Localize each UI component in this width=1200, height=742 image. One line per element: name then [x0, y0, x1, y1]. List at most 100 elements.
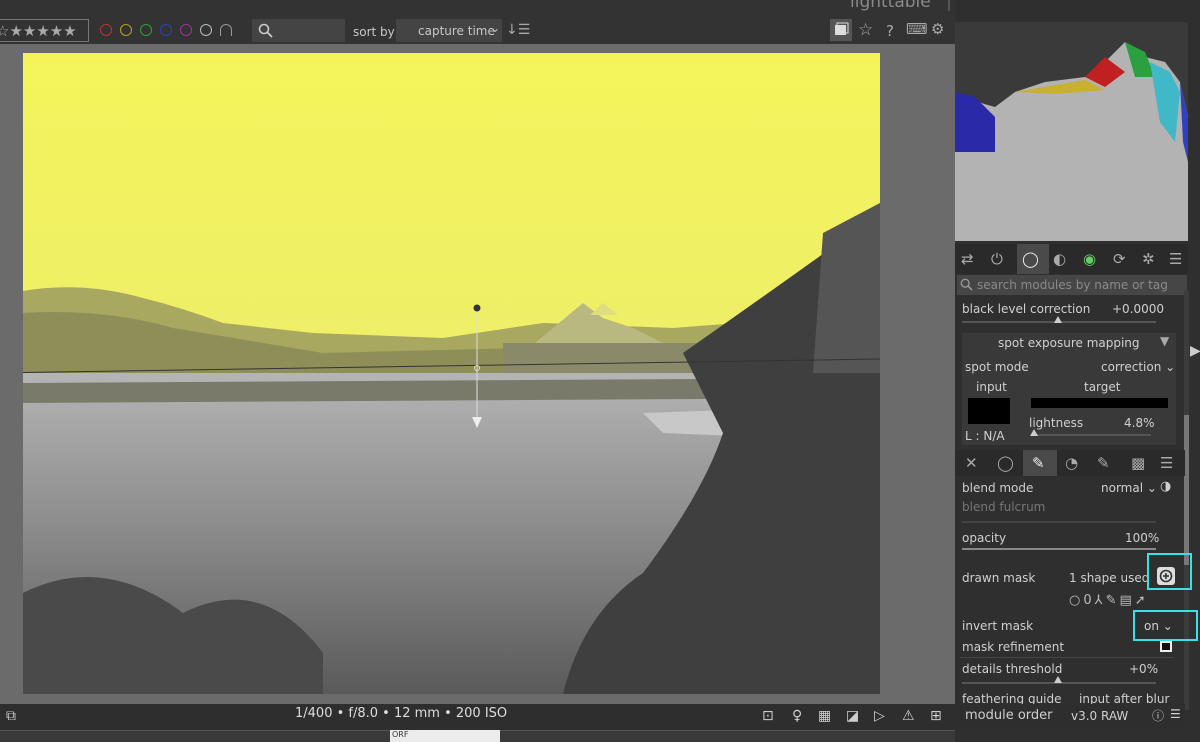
display-mask-icon[interactable] — [1160, 641, 1172, 652]
correct-modules-icon[interactable]: ⟳ — [1113, 250, 1126, 268]
parametric-mask-icon[interactable]: ◔ — [1065, 454, 1078, 472]
keyboard-icon[interactable]: ⌨ — [906, 20, 928, 38]
sort-value: capture time — [418, 24, 495, 38]
opacity-slider[interactable] — [962, 548, 1156, 550]
section-divider — [960, 657, 1174, 658]
circle-shape-icon[interactable]: ○ — [1069, 593, 1083, 608]
rating-stars[interactable]: ☆★★★★★ — [0, 22, 77, 40]
color-label-and-or-icon[interactable] — [220, 24, 232, 36]
color-modules-icon[interactable]: ◉ — [1083, 250, 1096, 268]
view-lighttable[interactable]: lighttable — [850, 0, 931, 12]
base-modules-icon[interactable]: ◯ — [1022, 250, 1039, 268]
mask-shape-tools: ○0⅄✎▤➚ — [1069, 593, 1149, 608]
color-label-blue[interactable] — [160, 24, 172, 36]
sort-order-dropdown[interactable]: capture time ⌄ — [396, 19, 502, 42]
image-exif-info: 1/400 • f/8.0 • 12 mm • 200 ISO — [295, 706, 508, 721]
help-icon[interactable]: ? — [886, 22, 894, 40]
view-separator: | — [946, 0, 952, 12]
module-search-input[interactable]: search modules by name or tag — [957, 275, 1187, 295]
module-scrollbar-thumb[interactable] — [1184, 415, 1189, 565]
lightness-slider-marker[interactable] — [1030, 429, 1038, 436]
color-assessment-icon[interactable]: ♀ — [792, 708, 802, 724]
gradient-shape-icon[interactable]: ▤ — [1119, 593, 1134, 608]
softproof-icon[interactable]: ▷ — [874, 708, 885, 724]
mask-refinement-label[interactable]: mask refinement — [962, 640, 1064, 654]
module-search-placeholder: search modules by name or tag — [977, 278, 1168, 292]
lab-readout: L : N/A — [965, 429, 1005, 443]
gear-icon[interactable]: ⚙ — [931, 20, 944, 38]
blend-mode-dropdown[interactable]: normal ⌄ — [1101, 481, 1157, 495]
close-icon[interactable]: ✕ — [965, 454, 978, 472]
blend-fulcrum-slider — [962, 521, 1156, 523]
input-label: input — [976, 380, 1007, 394]
sort-by-label: sort by — [353, 25, 395, 39]
raw-overexposed-icon[interactable]: ▦ — [818, 708, 831, 724]
image-canvas[interactable] — [23, 53, 880, 694]
color-label-gray[interactable] — [200, 24, 212, 36]
chevron-down-icon[interactable]: ▼ — [1160, 334, 1169, 348]
black-level-value[interactable]: +0.0000 — [1112, 302, 1164, 316]
invert-mask-value: on — [1144, 619, 1159, 633]
presets-menu-icon[interactable]: ☰ — [1170, 707, 1181, 721]
lightness-slider[interactable] — [1031, 434, 1151, 436]
color-label-green[interactable] — [140, 24, 152, 36]
drawn-mask-value: 1 shape used — [1069, 571, 1150, 585]
presets-menu-icon[interactable]: ☰ — [1169, 250, 1182, 268]
focus-peaking-icon[interactable]: ⊡ — [762, 708, 774, 724]
chevron-down-icon: ⌄ — [1165, 360, 1176, 374]
edit-shapes-icon[interactable]: ➚ — [1135, 593, 1149, 608]
target-label: target — [1084, 380, 1121, 394]
panel-collapse-icon[interactable]: ▶ — [1190, 343, 1200, 359]
brush-shape-icon[interactable]: ✎ — [1106, 593, 1120, 608]
search-icon — [258, 23, 273, 38]
blend-mode-label: blend mode — [962, 481, 1034, 495]
active-modules-icon[interactable]: ⏻ — [991, 250, 1003, 268]
spot-mode-value: correction — [1101, 360, 1162, 374]
spot-mode-dropdown[interactable]: correction ⌄ — [1101, 360, 1175, 374]
invert-mask-dropdown[interactable]: on ⌄ — [1144, 619, 1173, 633]
ellipse-shape-icon[interactable]: 0 — [1083, 593, 1094, 608]
gamut-check-icon[interactable]: ⚠ — [902, 708, 915, 724]
reverse-blend-icon[interactable]: ◑ — [1160, 479, 1171, 494]
histogram-graph — [955, 42, 1188, 241]
lightness-value[interactable]: 4.8% — [1124, 416, 1155, 430]
filmstrip-toggle-icon[interactable]: ⧉ — [6, 708, 16, 724]
info-icon[interactable]: ⓘ — [1152, 707, 1164, 724]
color-label-red[interactable] — [100, 24, 112, 36]
target-color-swatch[interactable] — [1031, 398, 1168, 408]
module-order-value[interactable]: v3.0 RAW — [1071, 709, 1128, 723]
quick-access-icon[interactable]: ⇄ — [961, 250, 974, 268]
presets-menu-icon[interactable]: ☰ — [1160, 454, 1173, 472]
black-level-slider-marker[interactable] — [1054, 316, 1062, 323]
details-threshold-marker[interactable] — [1054, 676, 1062, 683]
uniform-mask-icon[interactable]: ◯ — [997, 454, 1014, 472]
sort-direction-icon[interactable]: ↓☰ — [506, 22, 530, 38]
raster-mask-icon[interactable]: ▩ — [1131, 454, 1145, 472]
color-label-purple[interactable] — [180, 24, 192, 36]
spot-exposure-title[interactable]: spot exposure mapping — [998, 336, 1140, 350]
filmstrip-thumbnail[interactable]: ORF — [390, 730, 500, 742]
blend-mode-value: normal — [1101, 481, 1144, 495]
drawn-mask-pencil-icon[interactable]: ✎ — [1032, 454, 1045, 472]
details-threshold-value[interactable]: +0% — [1129, 662, 1158, 676]
opacity-value[interactable]: 100% — [1125, 531, 1159, 545]
clipping-icon[interactable]: ◪ — [846, 708, 859, 724]
guides-icon[interactable]: ⊞ — [930, 708, 942, 724]
effect-modules-icon[interactable]: ✲ — [1142, 250, 1155, 268]
histogram[interactable] — [955, 22, 1188, 241]
overlay-star-icon[interactable]: ☆ — [858, 20, 873, 40]
filter-search-input[interactable] — [252, 19, 345, 42]
thumbnail-format-label: ORF — [392, 730, 409, 739]
drawn-parametric-mask-icon[interactable]: ✎ — [1097, 454, 1110, 472]
tone-modules-icon[interactable]: ◐ — [1053, 250, 1066, 268]
blend-tabs: ✕ ◯ ✎ ◔ ✎ ▩ ☰ — [955, 450, 1185, 476]
module-groups-bar: ⇄ ⏻ ◯ ◐ ◉ ⟳ ✲ ☰ — [955, 244, 1188, 274]
photo-preview — [23, 53, 880, 694]
grouping-button[interactable] — [830, 19, 852, 41]
chevron-down-icon: ⌄ — [490, 21, 501, 35]
color-label-yellow[interactable] — [120, 24, 132, 36]
path-shape-icon[interactable]: ⅄ — [1095, 593, 1106, 608]
search-icon — [960, 278, 973, 291]
show-shapes-button[interactable] — [1157, 567, 1175, 585]
lightness-label: lightness — [1029, 416, 1084, 430]
